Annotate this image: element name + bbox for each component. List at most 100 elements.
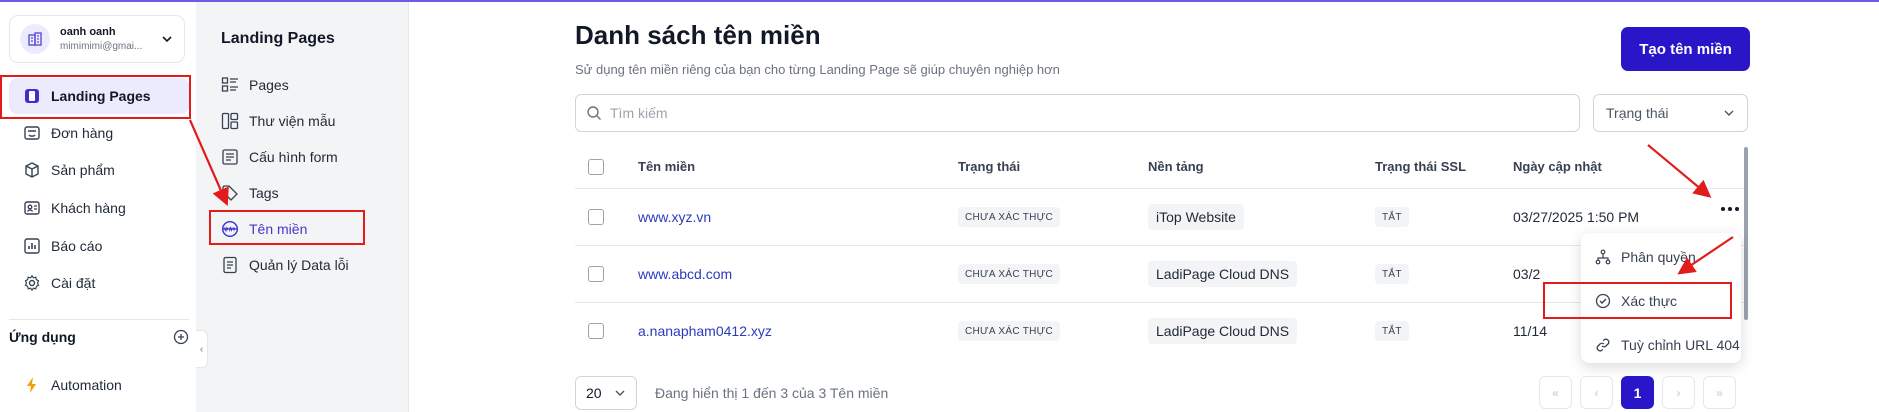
updated-date: 03/2 [1513, 266, 1541, 282]
status-badge: CHƯA XÁC THỰC [958, 264, 1061, 284]
menu-item-label: Phân quyền [1621, 249, 1696, 265]
divider [575, 188, 1748, 189]
customer-card-icon [24, 201, 40, 215]
ssl-badge: TẮT [1375, 321, 1409, 341]
annotation-highlight-verify [1543, 282, 1732, 319]
next-page-button[interactable]: › [1662, 376, 1695, 409]
chevron-down-icon [1724, 110, 1734, 116]
first-page-button[interactable]: « [1539, 376, 1572, 409]
nav-item-orders[interactable]: Đơn hàng [9, 115, 189, 151]
main-sidebar: oanh oanh mimimimi@gmai... Landing Pages… [0, 2, 196, 412]
table-scrollbar[interactable] [1744, 147, 1748, 320]
last-page-button[interactable]: » [1703, 376, 1736, 409]
template-library-icon [221, 112, 239, 130]
search-icon [587, 106, 601, 120]
pages-list-icon [221, 77, 238, 92]
chevron-left-icon: ‹ [199, 343, 204, 355]
platform-badge: LadiPage Cloud DNS [1148, 261, 1298, 287]
page-size-value: 20 [586, 385, 602, 401]
ssl-badge: TẮT [1375, 264, 1409, 284]
domain-link[interactable]: www.xyz.vn [638, 209, 711, 225]
nav-item-label: Automation [51, 377, 122, 393]
select-all-checkbox[interactable] [588, 159, 604, 175]
annotation-highlight-domains [209, 210, 365, 245]
nav-item-label: Báo cáo [51, 238, 103, 254]
page-size-select[interactable]: 20 [575, 376, 637, 410]
form-config-icon [222, 149, 238, 165]
divider [9, 319, 189, 320]
product-box-icon [25, 162, 39, 178]
status-filter-value: Trạng thái [1606, 105, 1669, 121]
permission-tree-icon [1595, 249, 1611, 265]
column-header-ssl[interactable]: Trạng thái SSL [1375, 159, 1466, 174]
updated-date: 03/27/2025 1:50 PM [1513, 209, 1640, 225]
submenu-label: Cấu hình form [249, 149, 338, 165]
submenu-label: Quản lý Data lỗi [249, 257, 349, 273]
page-subtitle: Sử dụng tên miền riêng của bạn cho từng … [575, 62, 1060, 77]
search-input[interactable] [610, 105, 1510, 121]
account-name: oanh oanh [60, 26, 116, 38]
main-content: Danh sách tên miền Sử dụng tên miền riên… [409, 2, 1879, 412]
search-box [575, 94, 1580, 132]
domain-link[interactable]: www.abcd.com [638, 266, 732, 282]
report-chart-icon [24, 238, 40, 254]
platform-badge: iTop Website [1148, 204, 1244, 230]
submenu-label: Thư viện mẫu [249, 113, 336, 129]
nav-item-automation[interactable]: Automation [9, 367, 189, 403]
apps-section-title: Ứng dụng [9, 329, 76, 345]
column-header-updated[interactable]: Ngày cập nhật [1513, 159, 1602, 174]
page-button-current[interactable]: 1 [1621, 376, 1654, 409]
submenu-item-template-library[interactable]: Thư viện mẫu [221, 108, 335, 134]
nav-item-customers[interactable]: Khách hàng [9, 190, 189, 226]
status-filter-select[interactable]: Trạng thái [1593, 94, 1748, 132]
lightning-icon [27, 377, 36, 393]
nav-item-settings[interactable]: Cài đặt [9, 265, 189, 301]
apps-section-header: Ứng dụng [9, 329, 189, 345]
column-header-status[interactable]: Trạng thái [958, 159, 1020, 174]
order-icon [24, 126, 40, 140]
nav-item-label: Sản phẩm [51, 162, 115, 178]
status-badge: CHƯA XÁC THỰC [958, 207, 1061, 227]
nav-item-label: Cài đặt [51, 275, 96, 291]
menu-item-label: Tuỳ chỉnh URL 404 [1621, 337, 1740, 353]
menu-item-custom-404[interactable]: Tuỳ chỉnh URL 404 [1595, 337, 1740, 353]
domain-link[interactable]: a.nanapham0412.xyz [638, 323, 772, 339]
row-checkbox[interactable] [588, 209, 604, 225]
pagination-summary: Đang hiển thị 1 đến 3 của 3 Tên miền [655, 385, 889, 401]
nav-item-label: Đơn hàng [51, 125, 114, 141]
row-checkbox[interactable] [588, 323, 604, 339]
submenu-item-tags[interactable]: Tags [221, 180, 279, 206]
column-header-platform[interactable]: Nền tảng [1148, 159, 1204, 174]
account-switcher[interactable]: oanh oanh mimimimi@gmai... [9, 15, 185, 63]
error-data-icon [223, 256, 237, 274]
status-badge: CHƯA XÁC THỰC [958, 321, 1061, 341]
submenu-item-pages[interactable]: Pages [221, 72, 289, 98]
building-icon [20, 24, 50, 54]
link-icon [1596, 338, 1610, 352]
account-email: mimimimi@gmai... [60, 41, 143, 52]
nav-item-reports[interactable]: Báo cáo [9, 228, 189, 264]
landing-pages-submenu: Landing Pages Pages Thư viện mẫu Cấu hìn… [196, 2, 409, 412]
submenu-item-error-data[interactable]: Quản lý Data lỗi [221, 252, 349, 278]
add-circle-icon[interactable] [173, 329, 189, 345]
collapse-sidebar-button[interactable]: ‹ [196, 330, 208, 368]
column-header-domain[interactable]: Tên miền [638, 159, 695, 174]
submenu-label: Pages [249, 77, 289, 93]
submenu-label: Tags [249, 185, 279, 201]
more-actions-icon[interactable] [1721, 207, 1739, 211]
divider [575, 245, 1748, 246]
prev-page-button[interactable]: ‹ [1580, 376, 1613, 409]
ssl-badge: TẮT [1375, 207, 1409, 227]
submenu-title: Landing Pages [221, 30, 335, 47]
annotation-highlight-landing-pages [0, 75, 191, 119]
app-window: oanh oanh mimimimi@gmai... Landing Pages… [0, 0, 1879, 412]
chevron-down-icon [615, 390, 625, 396]
create-domain-button[interactable]: Tạo tên miền [1621, 27, 1750, 71]
nav-item-products[interactable]: Sản phẩm [9, 152, 189, 188]
gear-icon [24, 274, 40, 292]
submenu-item-form-config[interactable]: Cấu hình form [221, 144, 338, 170]
chevron-down-icon [162, 36, 172, 43]
updated-date: 11/14 [1513, 323, 1547, 339]
row-checkbox[interactable] [588, 266, 604, 282]
menu-item-permission[interactable]: Phân quyền [1595, 249, 1696, 265]
